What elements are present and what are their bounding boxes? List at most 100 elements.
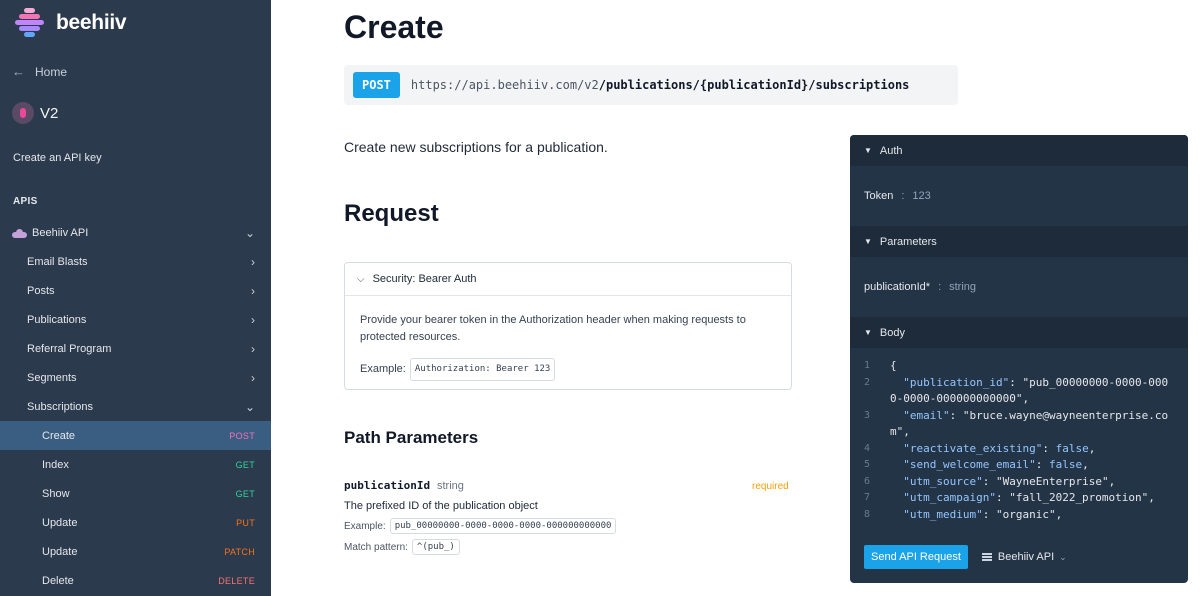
path-parameters-heading: Path Parameters	[344, 428, 479, 447]
version-label: V2	[40, 104, 59, 122]
method-badge: POST	[353, 72, 400, 98]
param-example-label: Example:	[344, 520, 386, 532]
param-type: string	[437, 480, 464, 492]
parameters-section-toggle[interactable]: ▼ Parameters	[850, 226, 1188, 257]
create-api-key-link[interactable]: Create an API key	[13, 152, 102, 164]
sidebar-subitem-update-patch[interactable]: Update PATCH	[0, 537, 271, 566]
triangle-down-icon: ▼	[864, 237, 872, 246]
console-footer: Send API Request Beehiiv API ⌄	[864, 545, 1067, 569]
sidebar-item-label: Publications	[27, 313, 87, 326]
home-label: Home	[35, 64, 68, 79]
code-line: 6 "utm_source": "WayneEnterprise",	[850, 474, 1188, 491]
security-title: Security: Bearer Auth	[372, 273, 477, 285]
line-number: 7	[864, 492, 871, 503]
body-heading: Body	[879, 326, 905, 339]
security-panel: ⌵ Security: Bearer Auth Provide your bea…	[344, 262, 792, 390]
sidebar-subitem-label: Delete	[42, 574, 74, 587]
sidebar-group-beehiiv-api[interactable]: Beehiiv API ⌄	[0, 218, 271, 247]
chevron-right-icon: ›	[251, 370, 255, 385]
method-badge: POST	[229, 430, 255, 441]
token-value: 123	[912, 190, 931, 202]
home-link[interactable]: ← Home	[12, 64, 67, 79]
sidebar-subitem-label: Update	[42, 516, 78, 529]
sidebar-item-label: Email Blasts	[27, 255, 88, 268]
token-field[interactable]: Token : 123	[850, 166, 1188, 226]
arrow-left-icon: ←	[12, 64, 25, 79]
param-name: publicationId	[344, 479, 431, 492]
request-heading: Request	[344, 200, 439, 227]
page-title: Create	[344, 9, 444, 45]
send-api-request-button[interactable]: Send API Request	[864, 545, 968, 569]
code-line: 2 "publication_id": "pub_00000000-0000-0…	[850, 375, 1188, 392]
method-badge: DELETE	[218, 575, 255, 586]
sidebar-subitem-label: Update	[42, 545, 78, 558]
sidebar-subitem-delete[interactable]: Delete DELETE	[0, 566, 271, 595]
line-number: 2	[864, 376, 871, 388]
publication-id-field[interactable]: publicationId* : string	[850, 257, 1188, 317]
microphone-icon	[12, 102, 34, 124]
sidebar-subitem-index[interactable]: Index GET	[0, 450, 271, 479]
param-placeholder: string	[949, 281, 977, 293]
code-line: 0-0000-000000000000",	[850, 391, 1188, 408]
chevron-down-icon: ⌄	[244, 225, 255, 240]
code-line: 5 "send_welcome_email": false,	[850, 457, 1188, 474]
sidebar-item-label: Subscriptions	[27, 400, 94, 413]
chevron-right-icon: ›	[251, 283, 255, 298]
parameters-heading: Parameters	[879, 235, 937, 248]
chevron-right-icon: ›	[251, 312, 255, 327]
param-description: The prefixed ID of the publication objec…	[344, 500, 538, 512]
request-body-editor[interactable]: 1 {2 "publication_id": "pub_00000000-0000…	[850, 348, 1188, 523]
param-pattern-label: Match pattern:	[344, 541, 408, 553]
sidebar-subitem-label: Index	[42, 458, 69, 471]
sidebar-item-segments[interactable]: Segments ›	[0, 363, 271, 392]
server-selector[interactable]: Beehiiv API ⌄	[981, 551, 1067, 563]
sidebar-item-referral-program[interactable]: Referral Program ›	[0, 334, 271, 363]
line-number: 1	[864, 360, 871, 371]
cloud-icon	[12, 228, 27, 238]
sidebar-subitem-update-put[interactable]: Update PUT	[0, 508, 271, 537]
line-number: 5	[864, 459, 871, 470]
chevron-down-icon: ⌵	[357, 273, 365, 285]
line-content: "utm_source": "WayneEnterprise",	[903, 474, 1116, 488]
line-content: 0-0000-000000000000",	[890, 392, 1030, 405]
sidebar-subitem-show[interactable]: Show GET	[0, 479, 271, 508]
sidebar-item-label: Referral Program	[27, 342, 112, 355]
sidebar-subitem-create[interactable]: Create POST	[0, 421, 271, 450]
endpoint-url[interactable]: https://api.beehiiv.com/v2/publications/…	[411, 78, 910, 92]
token-separator: :	[901, 190, 905, 202]
chevron-down-icon: ⌄	[1059, 551, 1067, 562]
sidebar-subitem-label: Create	[42, 429, 76, 442]
auth-section-toggle[interactable]: ▼ Auth	[850, 135, 1188, 166]
line-content: "publication_id": "pub_00000000-0000-000	[903, 375, 1169, 389]
endpoint-base: https://api.beehiiv.com/v2	[410, 78, 599, 92]
sidebar-item-email-blasts[interactable]: Email Blasts ›	[0, 247, 271, 276]
body-section-toggle[interactable]: ▼ Body	[850, 317, 1188, 348]
sidebar-item-publications[interactable]: Publications ›	[0, 305, 271, 334]
sidebar-item-posts[interactable]: Posts ›	[0, 276, 271, 305]
param-required-badge: required	[752, 481, 789, 492]
line-number	[850, 391, 890, 408]
sidebar-item-subscriptions[interactable]: Subscriptions ⌄	[0, 392, 271, 421]
security-example-label: Example:	[360, 363, 406, 375]
brand-name: beehiiv	[56, 11, 127, 34]
nav-list: Beehiiv API ⌄ Email Blasts › Posts › Pub…	[0, 218, 271, 595]
method-badge: PATCH	[224, 546, 255, 557]
line-content: "utm_campaign": "fall_2022_promotion",	[903, 491, 1155, 504]
sidebar-item-label: Segments	[27, 371, 77, 384]
security-toggle[interactable]: ⌵ Security: Bearer Auth	[345, 263, 791, 296]
method-badge: GET	[235, 488, 255, 499]
version-selector[interactable]: V2	[12, 102, 58, 124]
chevron-right-icon: ›	[251, 254, 255, 269]
param-pattern-value: ^(pub_)	[411, 539, 460, 555]
param-label: publicationId*	[864, 281, 931, 293]
line-number: 4	[864, 442, 871, 454]
line-content: "send_welcome_email": false,	[903, 458, 1089, 471]
method-badge: GET	[235, 459, 255, 470]
beehiiv-logo-icon	[14, 8, 45, 38]
sidebar-subitem-label: Show	[42, 487, 70, 500]
line-content: {	[890, 359, 897, 372]
brand-logo[interactable]: beehiiv	[14, 8, 127, 38]
security-example-value: Authorization: Bearer 123	[409, 358, 556, 381]
param-separator: :	[938, 281, 942, 293]
chevron-right-icon: ›	[251, 341, 255, 356]
